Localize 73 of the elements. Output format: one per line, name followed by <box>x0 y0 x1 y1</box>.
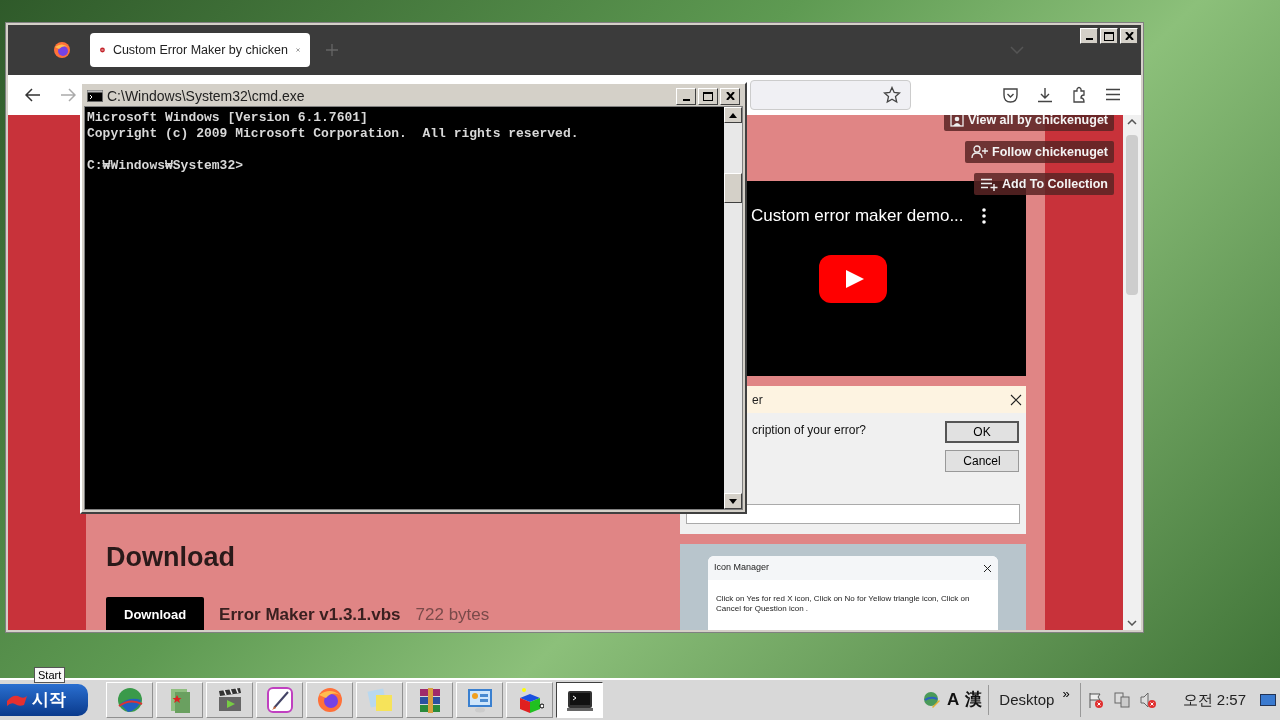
scrollbar-thumb[interactable] <box>724 173 742 203</box>
window-title: C:\Windows\System32\cmd.exe <box>107 86 306 106</box>
taskbar-button[interactable] <box>556 682 603 718</box>
scroll-up-icon[interactable] <box>1127 119 1137 125</box>
video-title: Custom error maker demo... <box>751 205 964 227</box>
description-field[interactable] <box>686 504 1020 524</box>
scroll-down-button[interactable] <box>724 493 742 509</box>
tab-title: Custom Error Maker by chicken <box>112 41 288 59</box>
control-panel-icon <box>465 686 494 714</box>
flag-icon <box>6 693 28 707</box>
paint-icon <box>265 686 294 714</box>
back-icon[interactable] <box>25 88 41 102</box>
firefox-icon[interactable] <box>53 41 71 59</box>
globe-icon <box>115 686 144 714</box>
speaker-muted-icon[interactable] <box>1138 691 1157 709</box>
more-icon[interactable] <box>981 207 986 224</box>
firefox-icon <box>315 686 344 714</box>
add-person-icon <box>971 145 988 159</box>
network-icon[interactable] <box>1112 691 1131 709</box>
action-button[interactable]: Add To Collection <box>974 173 1114 195</box>
close-icon[interactable] <box>1010 393 1022 406</box>
globe-pencil-icon[interactable] <box>923 691 942 709</box>
start-button[interactable]: 시작 <box>0 684 88 716</box>
maximize-button[interactable] <box>1100 28 1118 44</box>
scroll-up-button[interactable] <box>724 107 742 123</box>
language-indicator[interactable]: 漢 <box>965 687 983 713</box>
action-button[interactable]: Follow chickenuget <box>965 141 1114 163</box>
clock[interactable]: 오전 2:57 <box>1182 688 1246 712</box>
dialog-prompt: cription of your error? <box>752 422 868 439</box>
console-line: Microsoft Windows [Version 6.1.7601] <box>87 110 369 126</box>
playlist-add-icon <box>980 177 998 191</box>
scroll-down-icon[interactable] <box>1127 620 1137 626</box>
play-button[interactable] <box>819 255 887 303</box>
up-arrow-icon <box>729 112 737 118</box>
language-indicator[interactable]: A <box>947 687 960 713</box>
person-icon <box>949 115 964 127</box>
scrollbar-thumb[interactable] <box>1126 135 1138 295</box>
dialog-title: er <box>752 391 763 409</box>
dialog-button[interactable]: OK <box>945 421 1019 443</box>
toolbar-label[interactable]: Desktop <box>999 688 1055 712</box>
scrollbar[interactable] <box>1123 115 1141 630</box>
star-icon[interactable] <box>883 86 901 104</box>
dialog-title: Icon Manager <box>714 561 770 575</box>
dialog-message: Click on Yes for red X icon, Click on No for Yellow triangle icon, Click on Cancel for Question icon . <box>715 593 971 614</box>
close-icon <box>1124 32 1134 40</box>
show-desktop-icon[interactable] <box>1260 694 1276 706</box>
menu-icon[interactable] <box>1105 88 1121 101</box>
browser-tab[interactable]: Custom Error Maker by chicken <box>90 33 310 67</box>
minimize-button[interactable] <box>676 87 696 105</box>
minimize-button[interactable] <box>1080 28 1098 44</box>
flag-error-icon[interactable] <box>1086 691 1105 709</box>
section-heading: Download <box>106 540 236 574</box>
console-icon <box>87 90 103 102</box>
console-line: Copyright (c) 2009 Microsoft Corporation. All rights reserved. <box>87 126 580 142</box>
file-name: Error Maker v1.3.1.vbs <box>219 603 401 626</box>
file-size: 722 bytes <box>415 603 490 626</box>
download-icon[interactable] <box>1037 86 1053 103</box>
action-button[interactable]: View all by chickenuget <box>943 115 1114 131</box>
sticky-notes-icon <box>365 686 394 714</box>
download-button[interactable]: Download <box>106 597 205 630</box>
console-prompt: C:₩Windows₩System32> <box>87 158 245 174</box>
extensions-icon[interactable] <box>1071 86 1087 103</box>
dialog-button[interactable]: Cancel <box>945 450 1019 472</box>
maximize-button[interactable] <box>698 87 718 105</box>
close-icon[interactable] <box>983 563 992 573</box>
scrollbar[interactable] <box>724 107 742 509</box>
tooltip: Start <box>34 667 66 683</box>
more-toolbar-button[interactable]: » <box>1062 684 1070 704</box>
close-button[interactable] <box>1120 28 1138 44</box>
close-button[interactable] <box>720 87 740 105</box>
down-arrow-icon <box>729 498 737 504</box>
close-icon <box>725 92 735 100</box>
pocket-icon[interactable] <box>1002 86 1019 103</box>
